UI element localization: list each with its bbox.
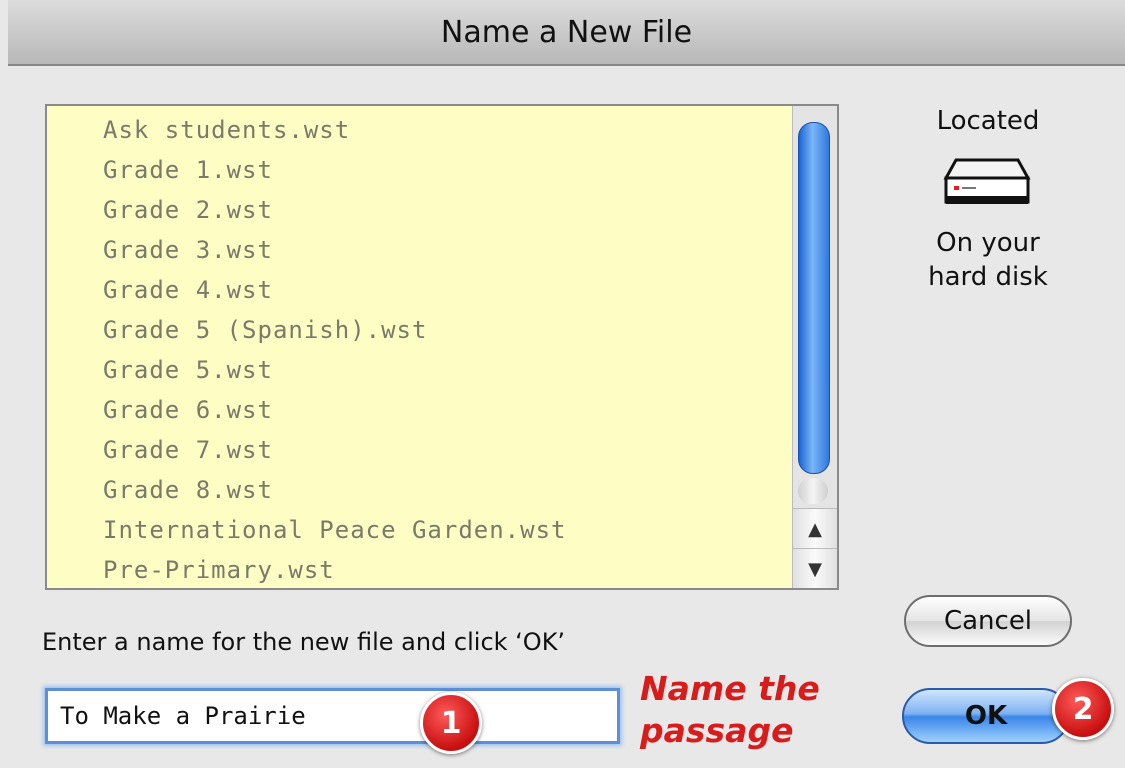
scroll-down-arrow-icon[interactable]: ▼ — [793, 548, 837, 588]
list-item[interactable]: Grade 7.wst — [103, 430, 273, 470]
annotation-text: Name the passage — [640, 668, 820, 752]
list-item[interactable]: Grade 5.wst — [103, 350, 273, 390]
file-list-items: Ask students.wst Grade 1.wst Grade 2.wst… — [47, 106, 793, 588]
ok-button[interactable]: OK — [902, 688, 1070, 744]
scroll-up-arrow-icon[interactable]: ▲ — [793, 508, 837, 549]
instruction-label: Enter a name for the new file and click … — [42, 628, 566, 656]
cancel-button[interactable]: Cancel — [904, 595, 1072, 647]
disk-caption: On your hard disk — [900, 226, 1076, 294]
step-1-badge: 1 — [420, 692, 482, 754]
file-name-input[interactable] — [45, 688, 620, 744]
step-2-badge: 2 — [1052, 678, 1114, 740]
list-item[interactable]: Grade 2.wst — [103, 190, 273, 230]
list-item[interactable]: Grade 1.wst — [103, 150, 273, 190]
list-item[interactable]: Ask students.wst — [103, 110, 350, 150]
list-item[interactable]: Grade 8.wst — [103, 470, 273, 510]
list-item[interactable]: International Peace Garden.wst — [103, 510, 566, 550]
window-title: Name a New File — [440, 14, 693, 50]
disk-caption-line2: hard disk — [928, 262, 1048, 292]
annotation-line2: passage — [640, 711, 794, 750]
annotation-line1: Name the — [640, 669, 820, 708]
scroll-track[interactable] — [798, 478, 828, 504]
scroll-thumb[interactable] — [798, 122, 830, 474]
disk-caption-line1: On your — [936, 228, 1040, 258]
list-item[interactable]: Grade 5 (Spanish).wst — [103, 310, 427, 350]
hard-disk-icon — [943, 158, 1031, 204]
located-label: Located — [936, 106, 1040, 136]
list-item[interactable]: Grade 6.wst — [103, 390, 273, 430]
file-list[interactable]: Ask students.wst Grade 1.wst Grade 2.wst… — [45, 104, 839, 590]
list-item[interactable]: Pre-Primary.wst — [103, 550, 335, 588]
list-item[interactable]: Grade 4.wst — [103, 270, 273, 310]
window-title-bar: Name a New File — [8, 0, 1125, 66]
vertical-scrollbar[interactable]: ▲ ▼ — [792, 106, 837, 588]
list-item[interactable]: Grade 3.wst — [103, 230, 273, 270]
